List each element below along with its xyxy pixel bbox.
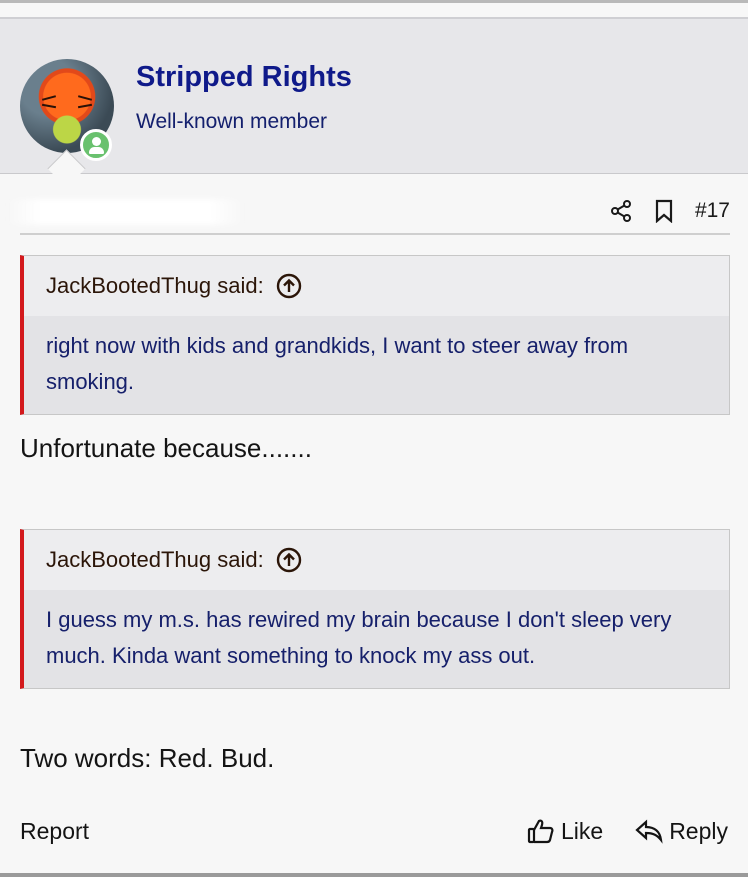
username-link[interactable]: Stripped Rights xyxy=(136,61,352,94)
thumbs-up-icon xyxy=(527,819,554,844)
quote-block: JackBootedThug said: right now with kids… xyxy=(20,255,730,415)
quote-author[interactable]: JackBootedThug said: xyxy=(46,547,264,573)
arrow-up-circle-icon[interactable] xyxy=(276,547,302,573)
reply-icon xyxy=(635,819,663,844)
quote-block: JackBootedThug said: I guess my m.s. has… xyxy=(20,529,730,689)
reply-text: Two words: Red. Bud. xyxy=(20,743,275,773)
quote-text: right now with kids and grandkids, I wan… xyxy=(24,316,729,414)
quote-text: I guess my m.s. has rewired my brain bec… xyxy=(24,590,729,688)
like-label: Like xyxy=(560,817,604,844)
post-date-redacted xyxy=(6,199,244,225)
reply-text: Unfortunate because....... xyxy=(20,433,312,463)
reply-button[interactable]: Reply xyxy=(635,818,728,845)
post-footer: Report Like Reply xyxy=(20,811,728,851)
share-icon[interactable] xyxy=(609,199,633,223)
bookmark-icon[interactable] xyxy=(653,199,675,223)
post-header: Stripped Rights Well-known member xyxy=(0,17,748,174)
like-button[interactable]: Like xyxy=(527,818,603,845)
user-title: Well-known member xyxy=(136,110,327,133)
online-status-icon xyxy=(80,129,112,161)
quote-author[interactable]: JackBootedThug said: xyxy=(46,273,264,299)
divider xyxy=(20,233,730,235)
quote-header: JackBootedThug said: xyxy=(24,256,729,316)
post-number-link[interactable]: #17 xyxy=(695,199,730,223)
report-link[interactable]: Report xyxy=(20,818,89,845)
reply-label: Reply xyxy=(669,817,728,844)
arrow-up-circle-icon[interactable] xyxy=(276,273,302,299)
quote-header: JackBootedThug said: xyxy=(24,530,729,590)
forum-post: Stripped Rights Well-known member #17 Ja… xyxy=(0,0,748,877)
post-toolbar: #17 xyxy=(609,193,730,229)
